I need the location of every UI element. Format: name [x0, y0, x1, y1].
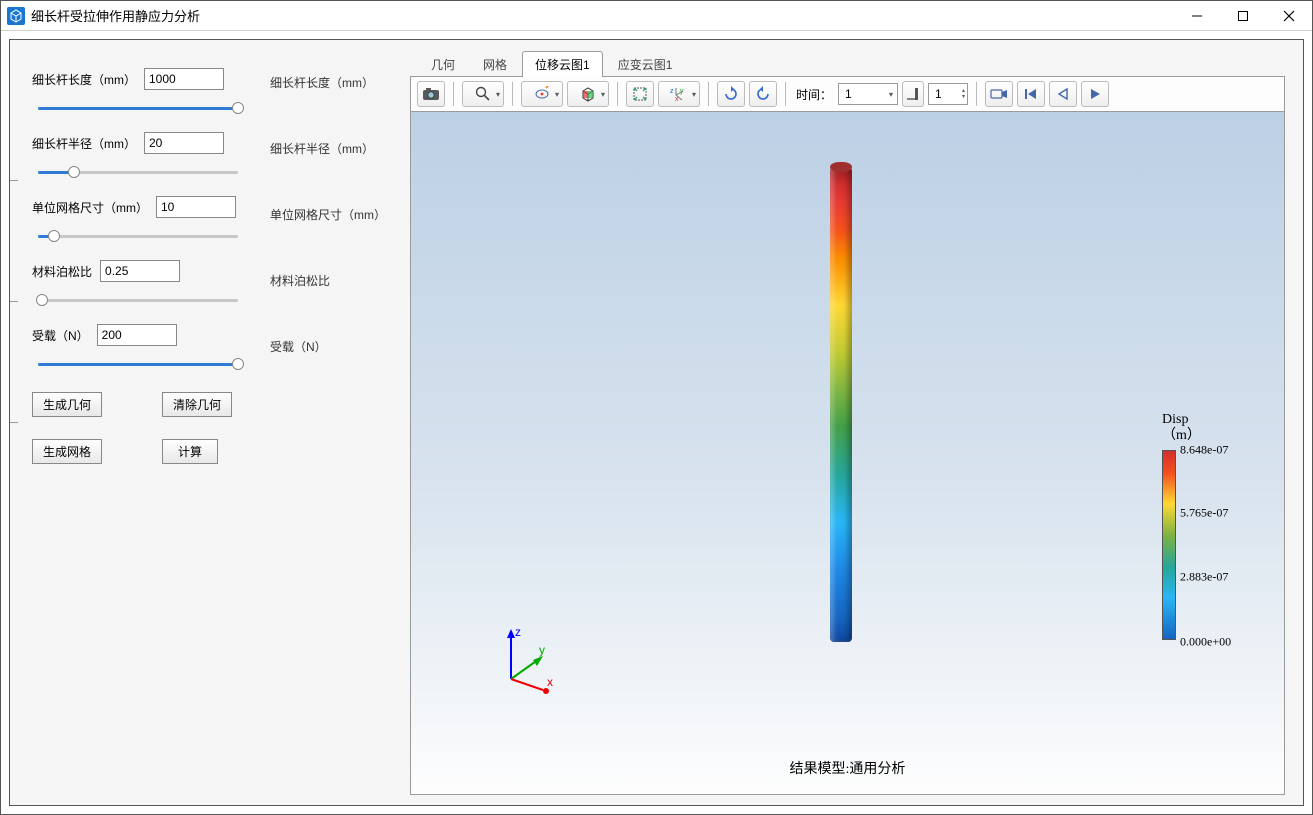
parameter-panel: 细长杆长度（mm） 细长杆半径（mm）: [10, 40, 270, 805]
legend-tick: 5.765e-07: [1180, 506, 1228, 521]
frame-spinner[interactable]: 1: [928, 83, 968, 105]
param-mesh-input[interactable]: [156, 196, 236, 218]
client-area: 细长杆长度（mm） 细长杆半径（mm）: [9, 39, 1304, 806]
rod-model: [830, 162, 852, 642]
zoom-icon[interactable]: [462, 81, 504, 107]
minimize-button[interactable]: [1174, 1, 1220, 31]
play-icon[interactable]: [1081, 81, 1109, 107]
color-legend: Disp （m） 8.648e-075.765e-072.883e-070.00…: [1162, 412, 1262, 642]
mirror-length-label: 细长杆长度（mm）: [270, 68, 410, 134]
maximize-button[interactable]: [1220, 1, 1266, 31]
svg-text:z: z: [670, 88, 674, 95]
mirror-labels: 细长杆长度（mm） 细长杆半径（mm） 单位网格尺寸（mm） 材料泊松比 受载（…: [270, 40, 410, 805]
param-poisson-label: 材料泊松比: [32, 263, 92, 280]
param-load-slider[interactable]: [38, 354, 238, 374]
legend-bar: [1162, 450, 1176, 640]
compute-button[interactable]: 计算: [162, 439, 218, 464]
time-combo[interactable]: 1: [838, 83, 898, 105]
param-load-input[interactable]: [97, 324, 177, 346]
param-poisson-input[interactable]: [100, 260, 180, 282]
fit-icon[interactable]: [626, 81, 654, 107]
param-radius-slider[interactable]: [38, 162, 238, 182]
close-button[interactable]: [1266, 1, 1312, 31]
app-icon: [7, 7, 25, 25]
legend-tick: 0.000e+00: [1180, 635, 1231, 650]
param-length: 细长杆长度（mm）: [32, 68, 260, 118]
step-back-icon[interactable]: [1049, 81, 1077, 107]
legend-tick: 2.883e-07: [1180, 569, 1228, 584]
param-mesh-label: 单位网格尺寸（mm）: [32, 199, 148, 216]
param-mesh: 单位网格尺寸（mm）: [32, 196, 260, 246]
param-length-slider[interactable]: [38, 98, 238, 118]
tab-1[interactable]: 网格: [470, 51, 520, 77]
mirror-mesh-label: 单位网格尺寸（mm）: [270, 200, 410, 266]
camera-icon[interactable]: [417, 81, 445, 107]
axis-xyz-icon[interactable]: zyx: [658, 81, 700, 107]
tab-2[interactable]: 位移云图1: [522, 51, 603, 77]
mirror-load-label: 受载（N）: [270, 332, 410, 398]
step-align-icon[interactable]: [902, 81, 924, 107]
generate-geom-button[interactable]: 生成几何: [32, 392, 102, 417]
clear-geom-button[interactable]: 清除几何: [162, 392, 232, 417]
param-radius-input[interactable]: [144, 132, 224, 154]
record-icon[interactable]: [985, 81, 1013, 107]
goto-start-icon[interactable]: [1017, 81, 1045, 107]
param-mesh-slider[interactable]: [38, 226, 238, 246]
legend-title-1: Disp: [1162, 412, 1262, 428]
legend-ticks: 8.648e-075.765e-072.883e-070.000e+00: [1180, 450, 1262, 642]
viewer-tabs: 几何网格位移云图1应变云图1: [410, 50, 1285, 77]
svg-text:y: y: [539, 643, 545, 657]
param-length-label: 细长杆长度（mm）: [32, 71, 136, 88]
param-load-label: 受载（N）: [32, 327, 89, 344]
select-icon[interactable]: [521, 81, 563, 107]
param-load: 受载（N）: [32, 324, 260, 374]
result-canvas[interactable]: z y x 结果模型:通用分析 Disp （m） 8.64: [410, 112, 1285, 795]
svg-text:x: x: [547, 675, 553, 689]
viewer-toolbar: zyx 时间： 1 1: [410, 77, 1285, 112]
rotate-ccw-icon[interactable]: [749, 81, 777, 107]
param-radius-label: 细长杆半径（mm）: [32, 135, 136, 152]
tab-0[interactable]: 几何: [418, 51, 468, 77]
param-poisson-slider[interactable]: [38, 290, 238, 310]
svg-text:z: z: [515, 625, 521, 639]
time-label: 时间：: [796, 86, 832, 103]
window-titlebar: 细长杆受拉伸作用静应力分析: [1, 1, 1312, 31]
viewer-panel: 几何网格位移云图1应变云图1: [410, 40, 1303, 805]
param-length-input[interactable]: [144, 68, 224, 90]
mirror-poisson-label: 材料泊松比: [270, 266, 410, 332]
cube-view-icon[interactable]: [567, 81, 609, 107]
tab-3[interactable]: 应变云图1: [605, 51, 686, 77]
rotate-cw-icon[interactable]: [717, 81, 745, 107]
result-title: 结果模型:通用分析: [411, 758, 1284, 778]
param-poisson: 材料泊松比: [32, 260, 260, 310]
param-radius: 细长杆半径（mm）: [32, 132, 260, 182]
mirror-radius-label: 细长杆半径（mm）: [270, 134, 410, 200]
legend-tick: 8.648e-07: [1180, 443, 1228, 458]
window-title: 细长杆受拉伸作用静应力分析: [31, 6, 200, 25]
axes-triad: z y x: [491, 624, 561, 694]
generate-mesh-button[interactable]: 生成网格: [32, 439, 102, 464]
